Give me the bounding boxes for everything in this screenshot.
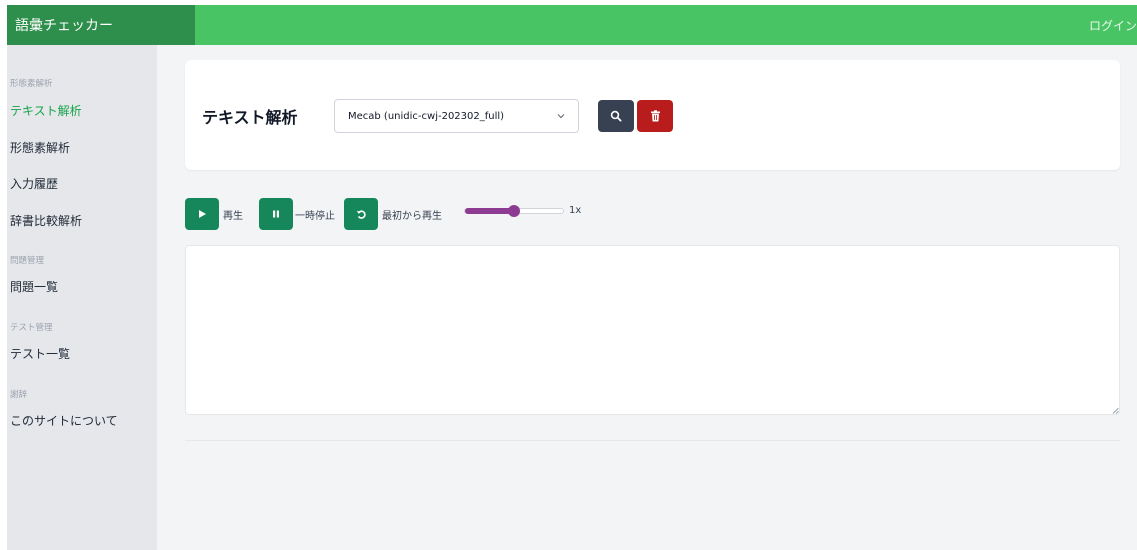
sidebar-section-tests: テスト管理 — [10, 323, 53, 333]
sidebar-item-about[interactable]: このサイトについて — [10, 412, 118, 429]
trash-icon — [650, 110, 660, 122]
delete-button[interactable] — [637, 100, 673, 132]
page-title: テキスト解析 — [202, 108, 298, 127]
speed-value: 1x — [569, 205, 582, 216]
speed-slider[interactable] — [464, 205, 564, 217]
sidebar-section-morphology: 形態素解析 — [10, 79, 53, 89]
text-input[interactable] — [185, 245, 1120, 415]
app-window: 語彙チェッカー ログイン 形態素解析 テキスト解析 形態素解析 入力履歴 辞書比… — [7, 5, 1137, 550]
sidebar-section-acknowledgements: 謝辞 — [10, 390, 28, 400]
pause-label: 一時停止 — [295, 211, 335, 222]
pause-button[interactable] — [259, 198, 293, 230]
audio-player: 再生 一時停止 最初から再生 — [185, 198, 605, 230]
search-icon — [610, 110, 622, 122]
restart-icon — [356, 209, 366, 219]
analysis-card: テキスト解析 Mecab (unidic-cwj-202302_full) — [185, 60, 1120, 170]
sidebar-section-questions: 問題管理 — [10, 256, 45, 266]
login-link[interactable]: ログイン — [1089, 5, 1137, 45]
restart-button[interactable] — [344, 198, 378, 230]
brand-title[interactable]: 語彙チェッカー — [7, 5, 195, 45]
sidebar-item-question-list[interactable]: 問題一覧 — [10, 278, 58, 295]
play-button[interactable] — [185, 198, 219, 230]
pause-icon — [273, 210, 279, 218]
play-label: 再生 — [223, 211, 243, 222]
play-icon — [199, 210, 206, 218]
speed-slider-fill — [465, 208, 514, 214]
resize-grip-icon[interactable] — [1111, 406, 1119, 414]
dictionary-select[interactable]: Mecab (unidic-cwj-202302_full) — [334, 99, 579, 133]
section-divider — [185, 440, 1120, 441]
sidebar: 形態素解析 テキスト解析 形態素解析 入力履歴 辞書比較解析 問題管理 問題一覧… — [7, 45, 157, 550]
dictionary-select-value: Mecab (unidic-cwj-202302_full) — [348, 110, 505, 122]
sidebar-item-test-list[interactable]: テスト一覧 — [10, 345, 70, 362]
restart-label: 最初から再生 — [382, 211, 442, 222]
speed-slider-thumb[interactable] — [508, 205, 520, 217]
sidebar-item-morphology[interactable]: 形態素解析 — [10, 139, 70, 156]
sidebar-item-text-analysis[interactable]: テキスト解析 — [10, 102, 82, 119]
sidebar-item-history[interactable]: 入力履歴 — [10, 175, 58, 192]
sidebar-item-dictionary-compare[interactable]: 辞書比較解析 — [10, 212, 82, 229]
top-bar: 語彙チェッカー ログイン — [7, 5, 1137, 45]
chevron-down-icon — [557, 114, 565, 119]
search-button[interactable] — [598, 100, 634, 132]
